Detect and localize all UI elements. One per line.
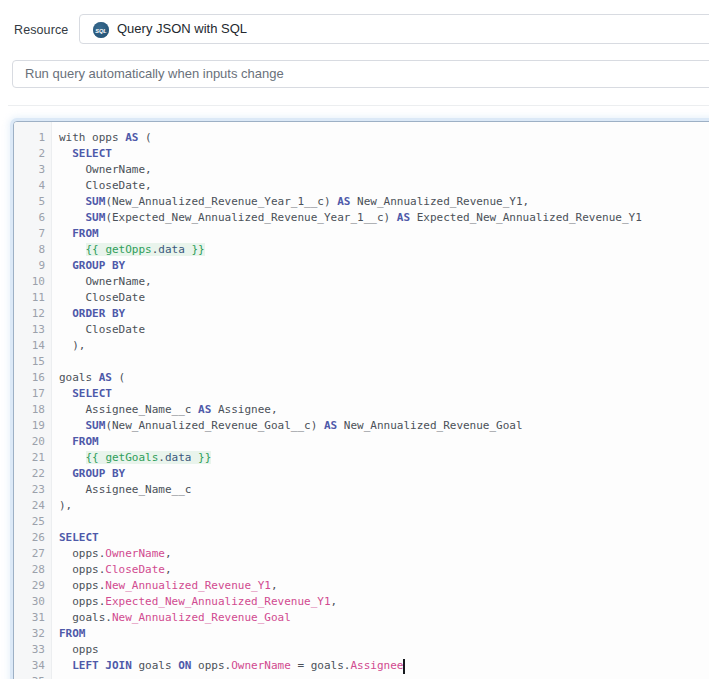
code-line: CloseDate: [59, 322, 709, 338]
line-number: 26: [14, 530, 51, 546]
code-line: SUM(New_Annualized_Revenue_Goal__c) AS N…: [59, 418, 709, 434]
code-line: GROUP BY: [59, 258, 709, 274]
code-line: [59, 674, 709, 679]
code-line: opps.CloseDate,: [59, 562, 709, 578]
line-number: 8: [14, 242, 51, 258]
line-number: 32: [14, 626, 51, 642]
code-line: FROM: [59, 434, 709, 450]
code-line: OwnerName,: [59, 162, 709, 178]
line-number: 2: [14, 146, 51, 162]
line-number: 1: [14, 130, 51, 146]
code-line: SELECT: [59, 386, 709, 402]
code-line: opps.OwnerName,: [59, 546, 709, 562]
line-number: 29: [14, 578, 51, 594]
code-line: ORDER BY: [59, 306, 709, 322]
code-line: LEFT JOIN goals ON opps.OwnerName = goal…: [59, 658, 709, 674]
line-number: 34: [14, 658, 51, 674]
text-cursor: [403, 659, 404, 674]
line-number: 11: [14, 290, 51, 306]
line-number: 16: [14, 370, 51, 386]
code-line: FROM: [59, 626, 709, 642]
line-number: 25: [14, 514, 51, 530]
code-line: opps.New_Annualized_Revenue_Y1,: [59, 578, 709, 594]
resource-select[interactable]: SQL Query JSON with SQL: [79, 14, 709, 44]
line-number-gutter: 1234567891011121314151617181920212223242…: [14, 122, 52, 679]
line-number: 14: [14, 338, 51, 354]
resource-label: Resource: [14, 23, 68, 37]
sql-code-editor[interactable]: 1234567891011121314151617181920212223242…: [13, 121, 709, 679]
line-number: 19: [14, 418, 51, 434]
line-number: 4: [14, 178, 51, 194]
code-line: SELECT: [59, 530, 709, 546]
code-line: goals.New_Annualized_Revenue_Goal: [59, 610, 709, 626]
code-line: CloseDate: [59, 290, 709, 306]
code-line: GROUP BY: [59, 466, 709, 482]
code-line: {{ getOpps.data }}: [59, 242, 709, 258]
line-number: 33: [14, 642, 51, 658]
line-number: 17: [14, 386, 51, 402]
run-mode-value: Run query automatically when inputs chan…: [25, 66, 284, 81]
code-line: SUM(Expected_New_Annualized_Revenue_Year…: [59, 210, 709, 226]
line-number: 13: [14, 322, 51, 338]
line-number: 18: [14, 402, 51, 418]
code-line: CloseDate,: [59, 178, 709, 194]
code-line: opps: [59, 642, 709, 658]
code-line: Assignee_Name__c: [59, 482, 709, 498]
code-line: [59, 354, 709, 370]
resource-select-value: Query JSON with SQL: [117, 21, 247, 36]
code-content[interactable]: with opps AS ( SELECT OwnerName, CloseDa…: [52, 122, 709, 679]
code-line: [59, 514, 709, 530]
code-line: goals AS (: [59, 370, 709, 386]
section-divider: [8, 105, 709, 106]
line-number: 23: [14, 482, 51, 498]
line-number: 20: [14, 434, 51, 450]
line-number: 30: [14, 594, 51, 610]
svg-text:SQL: SQL: [95, 28, 107, 34]
line-number: 9: [14, 258, 51, 274]
line-number: 5: [14, 194, 51, 210]
code-line: FROM: [59, 226, 709, 242]
line-number: 15: [14, 354, 51, 370]
line-number: 10: [14, 274, 51, 290]
code-line: SUM(New_Annualized_Revenue_Year_1__c) AS…: [59, 194, 709, 210]
code-line: ),: [59, 498, 709, 514]
code-line: ),: [59, 338, 709, 354]
code-line: Assignee_Name__c AS Assignee,: [59, 402, 709, 418]
line-number: 6: [14, 210, 51, 226]
sql-resource-icon: SQL: [93, 22, 109, 38]
code-line: with opps AS (: [59, 130, 709, 146]
line-number: 22: [14, 466, 51, 482]
code-line: opps.Expected_New_Annualized_Revenue_Y1,: [59, 594, 709, 610]
line-number: 35: [14, 674, 51, 679]
code-line: {{ getGoals.data }}: [59, 450, 709, 466]
line-number: 27: [14, 546, 51, 562]
line-number: 28: [14, 562, 51, 578]
run-mode-select[interactable]: Run query automatically when inputs chan…: [12, 60, 709, 88]
code-line: SELECT: [59, 146, 709, 162]
code-line: OwnerName,: [59, 274, 709, 290]
line-number: 31: [14, 610, 51, 626]
line-number: 7: [14, 226, 51, 242]
line-number: 21: [14, 450, 51, 466]
line-number: 24: [14, 498, 51, 514]
line-number: 3: [14, 162, 51, 178]
line-number: 12: [14, 306, 51, 322]
